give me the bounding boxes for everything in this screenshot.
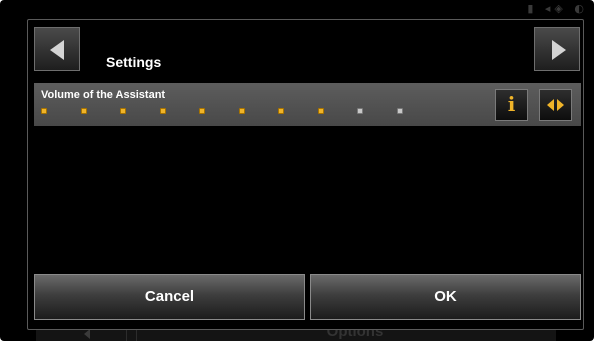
volume-dot[interactable] <box>120 108 126 114</box>
setting-row-volume[interactable]: Volume of the Assistant i <box>34 83 581 126</box>
right-arrow-icon <box>552 40 566 60</box>
left-arrow-icon <box>50 40 64 60</box>
volume-dot[interactable] <box>357 108 363 114</box>
adjust-button[interactable] <box>539 89 572 121</box>
right-arrow-icon <box>557 99 564 111</box>
volume-dot[interactable] <box>81 108 87 114</box>
previous-page-button[interactable] <box>34 27 80 71</box>
status-icons: ▮ ◂◈ ◐ <box>527 2 588 15</box>
setting-label: Volume of the Assistant <box>41 89 166 101</box>
next-page-button[interactable] <box>534 27 580 71</box>
cancel-button[interactable]: Cancel <box>34 274 305 320</box>
volume-dot[interactable] <box>278 108 284 114</box>
page-title: Settings <box>106 54 162 70</box>
volume-dot[interactable] <box>318 108 324 114</box>
volume-dot[interactable] <box>199 108 205 114</box>
background-back-arrow-icon <box>84 329 90 339</box>
info-button[interactable]: i <box>495 89 528 121</box>
volume-dot[interactable] <box>160 108 166 114</box>
volume-dot[interactable] <box>239 108 245 114</box>
ok-button[interactable]: OK <box>310 274 581 320</box>
volume-level-indicator[interactable] <box>41 108 411 116</box>
left-arrow-icon <box>547 99 554 111</box>
info-icon: i <box>507 92 516 116</box>
device-screen: ▮ ◂◈ ◐ Options Settings Volume of the As… <box>0 0 594 341</box>
volume-dot[interactable] <box>397 108 403 114</box>
volume-dot[interactable] <box>41 108 47 114</box>
